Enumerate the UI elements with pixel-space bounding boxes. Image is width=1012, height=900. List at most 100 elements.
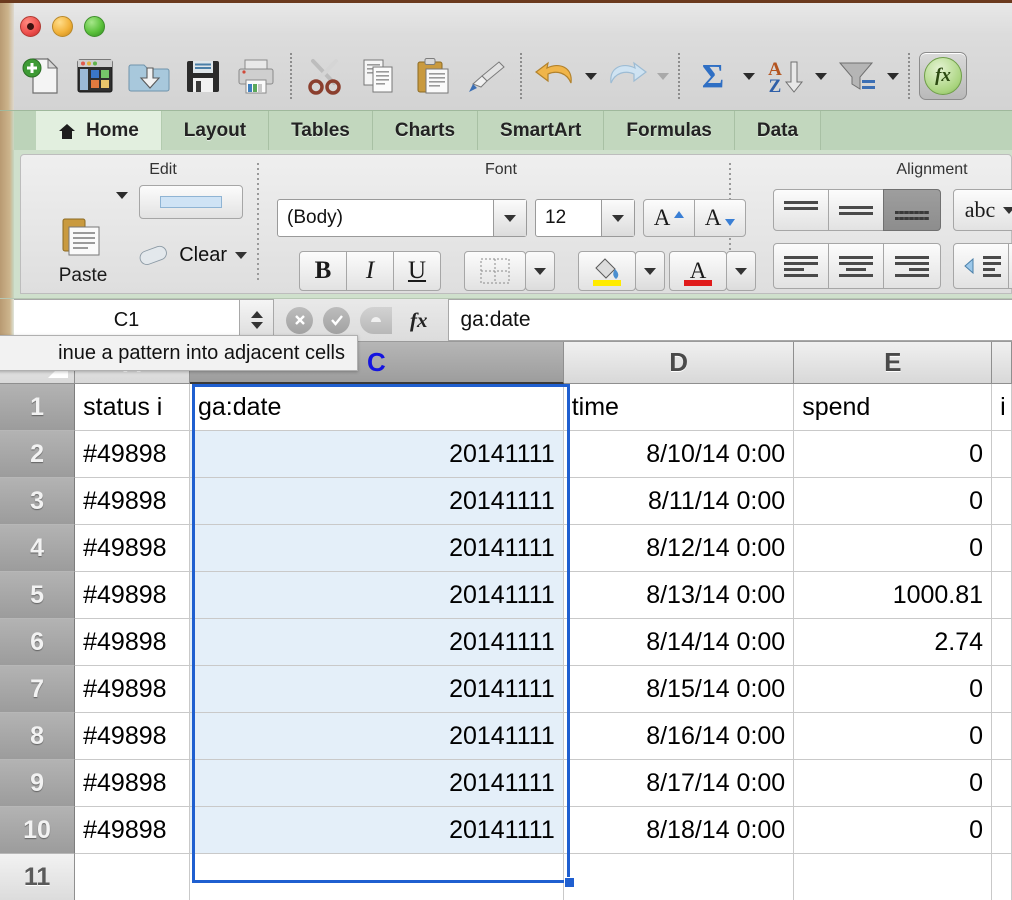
cell-E3[interactable]: 0 bbox=[794, 478, 993, 525]
cell-F11[interactable] bbox=[992, 854, 1012, 900]
tab-layout[interactable]: Layout bbox=[161, 111, 270, 151]
cell-F7[interactable] bbox=[992, 666, 1012, 713]
cell-D4[interactable]: 8/12/14 0:00 bbox=[563, 525, 795, 572]
tab-data[interactable]: Data bbox=[734, 111, 822, 151]
cell-E11[interactable] bbox=[794, 854, 993, 900]
cell-D8[interactable]: 8/16/14 0:00 bbox=[563, 713, 795, 760]
open-folder-icon[interactable] bbox=[122, 48, 176, 104]
borders-dropdown[interactable] bbox=[525, 251, 555, 291]
accept-check-icon[interactable] bbox=[323, 306, 350, 334]
column-header-d[interactable]: D bbox=[563, 342, 795, 384]
cancel-x-icon[interactable] bbox=[286, 306, 313, 334]
align-top-button[interactable] bbox=[773, 189, 829, 231]
cell-A10[interactable]: #49898 bbox=[75, 807, 190, 854]
align-center-button[interactable] bbox=[828, 243, 884, 289]
tab-tables[interactable]: Tables bbox=[269, 111, 373, 151]
row-header-3[interactable]: 3 bbox=[0, 478, 76, 525]
underline-button[interactable]: U bbox=[393, 251, 441, 291]
filter-funnel-icon[interactable] bbox=[830, 48, 884, 104]
cell-E7[interactable]: 0 bbox=[794, 666, 993, 713]
row-header-9[interactable]: 9 bbox=[0, 760, 76, 807]
font-family-dropdown[interactable] bbox=[493, 200, 526, 236]
decrease-indent-button[interactable] bbox=[953, 243, 1009, 289]
align-right-button[interactable] bbox=[883, 243, 941, 289]
redo-dropdown-caret[interactable] bbox=[654, 48, 672, 104]
cell-F6[interactable] bbox=[992, 619, 1012, 666]
formula-input[interactable]: ga:date bbox=[447, 299, 1012, 341]
row-header-2[interactable]: 2 bbox=[0, 431, 76, 478]
cell-D10[interactable]: 8/18/14 0:00 bbox=[563, 807, 795, 854]
cell-C5[interactable]: 20141111 bbox=[189, 572, 564, 619]
cell-A8[interactable]: #49898 bbox=[75, 713, 190, 760]
cell-E6[interactable]: 2.74 bbox=[794, 619, 993, 666]
sort-az-icon[interactable]: A Z bbox=[758, 48, 812, 104]
cell-F3[interactable] bbox=[992, 478, 1012, 525]
formula-toggle-icon[interactable] bbox=[360, 306, 392, 334]
font-family-combo[interactable]: (Body) bbox=[277, 199, 527, 237]
align-bottom-button[interactable] bbox=[883, 189, 941, 231]
cell-E10[interactable]: 0 bbox=[794, 807, 993, 854]
cell-F2[interactable] bbox=[992, 431, 1012, 478]
cell-D6[interactable]: 8/14/14 0:00 bbox=[563, 619, 795, 666]
cell-C4[interactable]: 20141111 bbox=[189, 525, 564, 572]
cell-E5[interactable]: 1000.81 bbox=[794, 572, 993, 619]
grow-font-button[interactable]: A bbox=[643, 199, 695, 237]
bold-button[interactable]: B bbox=[299, 251, 347, 291]
cell-D9[interactable]: 8/17/14 0:00 bbox=[563, 760, 795, 807]
row-header-11[interactable]: 11 bbox=[0, 854, 76, 900]
column-header-e[interactable]: E bbox=[794, 342, 993, 384]
close-window-button[interactable] bbox=[20, 16, 41, 37]
fill-color-dropdown[interactable] bbox=[635, 251, 665, 291]
cell-A6[interactable]: #49898 bbox=[75, 619, 190, 666]
fx-icon[interactable]: fx bbox=[402, 308, 436, 333]
cell-C8[interactable]: 20141111 bbox=[189, 713, 564, 760]
row-header-7[interactable]: 7 bbox=[0, 666, 76, 713]
cell-E4[interactable]: 0 bbox=[794, 525, 993, 572]
redo-arrow-icon[interactable] bbox=[600, 48, 654, 104]
tab-charts[interactable]: Charts bbox=[372, 111, 479, 151]
undo-dropdown-caret[interactable] bbox=[582, 48, 600, 104]
cell-A3[interactable]: #49898 bbox=[75, 478, 190, 525]
cell-D7[interactable]: 8/15/14 0:00 bbox=[563, 666, 795, 713]
cell-D11[interactable] bbox=[563, 854, 795, 900]
paste-clipboard-icon[interactable] bbox=[406, 48, 460, 104]
cell-F9[interactable] bbox=[992, 760, 1012, 807]
wrap-text-button[interactable]: abc bbox=[953, 189, 1012, 231]
align-left-button[interactable] bbox=[773, 243, 829, 289]
font-color-dropdown[interactable] bbox=[726, 251, 756, 291]
undo-arrow-icon[interactable] bbox=[528, 48, 582, 104]
cell-C2[interactable]: 20141111 bbox=[189, 431, 564, 478]
font-size-combo[interactable]: 12 bbox=[535, 199, 635, 237]
format-painter-brush-icon[interactable] bbox=[460, 48, 514, 104]
autosum-sigma-icon[interactable]: Σ bbox=[686, 48, 740, 104]
borders-button[interactable] bbox=[464, 251, 526, 291]
fill-handle[interactable] bbox=[564, 877, 575, 888]
tab-formulas[interactable]: Formulas bbox=[604, 111, 735, 151]
cell-A11[interactable] bbox=[75, 854, 190, 900]
cell-A9[interactable]: #49898 bbox=[75, 760, 190, 807]
clear-button[interactable]: Clear bbox=[135, 233, 247, 277]
cell-A5[interactable]: #49898 bbox=[75, 572, 190, 619]
cell-E8[interactable]: 0 bbox=[794, 713, 993, 760]
fill-button[interactable] bbox=[139, 185, 243, 219]
filter-dropdown-caret[interactable] bbox=[884, 48, 902, 104]
tab-smartart[interactable]: SmartArt bbox=[478, 111, 605, 151]
increase-indent-button[interactable] bbox=[1008, 243, 1012, 289]
cell-E2[interactable]: 0 bbox=[794, 431, 993, 478]
cell-F8[interactable] bbox=[992, 713, 1012, 760]
template-gallery-icon[interactable] bbox=[68, 48, 122, 104]
print-icon[interactable] bbox=[230, 48, 284, 104]
row-header-4[interactable]: 4 bbox=[0, 525, 76, 572]
maximize-window-button[interactable] bbox=[84, 16, 105, 37]
cell-F4[interactable] bbox=[992, 525, 1012, 572]
font-size-dropdown[interactable] bbox=[601, 200, 634, 236]
save-disk-icon[interactable] bbox=[176, 48, 230, 104]
shrink-font-button[interactable]: A bbox=[694, 199, 746, 237]
cell-D1[interactable]: time bbox=[563, 384, 795, 431]
font-color-button[interactable]: A bbox=[669, 251, 727, 291]
cell-C9[interactable]: 20141111 bbox=[189, 760, 564, 807]
fill-color-button[interactable] bbox=[578, 251, 636, 291]
cell-C3[interactable]: 20141111 bbox=[189, 478, 564, 525]
cell-E9[interactable]: 0 bbox=[794, 760, 993, 807]
tab-home[interactable]: Home bbox=[36, 111, 162, 151]
